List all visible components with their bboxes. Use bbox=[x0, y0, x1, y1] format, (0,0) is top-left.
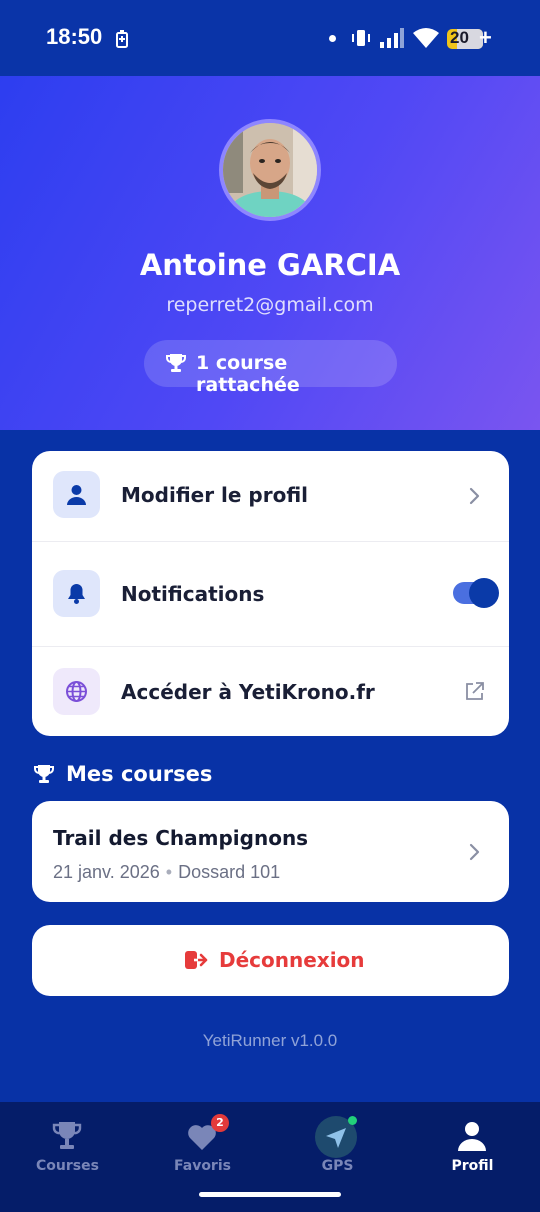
trophy-icon bbox=[52, 1122, 82, 1149]
notifications-label: Notifications bbox=[121, 582, 265, 606]
meta-separator: • bbox=[165, 862, 173, 882]
notifications-toggle[interactable] bbox=[453, 578, 499, 608]
edit-profile-label: Modifier le profil bbox=[121, 483, 309, 507]
user-icon bbox=[67, 485, 86, 505]
settings-card: Modifier le profil Notifications Accéder… bbox=[32, 451, 509, 736]
nav-gps[interactable]: GPS bbox=[270, 1102, 405, 1182]
status-bar: 18:50 20 + bbox=[0, 0, 540, 76]
nav-gps-label: GPS bbox=[321, 1158, 354, 1174]
nav-profile-label: Profil bbox=[451, 1158, 494, 1174]
toggle-knob bbox=[469, 578, 499, 608]
logout-label: Déconnexion bbox=[219, 948, 365, 972]
race-date: 21 janv. 2026 bbox=[53, 862, 160, 882]
signal-icon bbox=[380, 28, 404, 48]
user-icon-box bbox=[53, 471, 100, 518]
bell-icon bbox=[68, 584, 85, 604]
avatar[interactable] bbox=[219, 119, 321, 221]
trophy-icon bbox=[34, 765, 54, 783]
website-row[interactable]: Accéder à YetiKrono.fr bbox=[32, 647, 509, 736]
logout-button[interactable]: Déconnexion bbox=[32, 925, 509, 996]
vibrate-icon bbox=[352, 30, 370, 46]
race-card[interactable]: Trail des Champignons 21 janv. 2026 • Doss… bbox=[32, 801, 509, 902]
wifi-icon bbox=[413, 28, 439, 48]
race-meta: 21 janv. 2026 • Dossard 101 bbox=[53, 862, 280, 883]
favorites-badge: 2 bbox=[211, 1114, 229, 1132]
battery-level: 20 bbox=[450, 28, 469, 47]
attached-courses-label: 1 course rattachée bbox=[196, 352, 300, 396]
battery-saver-icon bbox=[116, 30, 128, 48]
nav-courses[interactable]: Courses bbox=[0, 1102, 135, 1182]
bell-icon-box bbox=[53, 570, 100, 617]
edit-profile-row[interactable]: Modifier le profil bbox=[32, 451, 509, 541]
notifications-row: Notifications bbox=[32, 542, 509, 646]
navigation-arrow-icon bbox=[326, 1128, 346, 1148]
nav-favorites-label: Favoris bbox=[174, 1158, 231, 1174]
chevron-right-icon bbox=[469, 843, 480, 861]
gps-active-dot bbox=[348, 1116, 357, 1125]
nav-courses-label: Courses bbox=[36, 1158, 99, 1174]
race-name: Trail des Champignons bbox=[53, 826, 309, 850]
my-races-title: Mes courses bbox=[66, 762, 213, 786]
battery-plus: + bbox=[479, 25, 492, 50]
status-time: 18:50 bbox=[46, 24, 103, 49]
logout-icon bbox=[185, 951, 208, 969]
trophy-icon bbox=[166, 354, 186, 372]
app-version: YetiRunner v1.0.0 bbox=[202, 1031, 338, 1050]
user-icon bbox=[458, 1122, 486, 1151]
globe-icon bbox=[66, 681, 87, 702]
race-bib: Dossard 101 bbox=[178, 862, 281, 882]
chevron-right-icon bbox=[469, 487, 480, 505]
external-link-icon bbox=[466, 682, 484, 700]
globe-icon-box bbox=[53, 668, 100, 715]
nav-favorites[interactable]: 2 Favoris bbox=[135, 1102, 270, 1182]
user-email: reperret2@gmail.com bbox=[166, 294, 374, 316]
website-label: Accéder à YetiKrono.fr bbox=[121, 680, 375, 704]
nav-profile[interactable]: Profil bbox=[405, 1102, 540, 1182]
dot-icon bbox=[329, 35, 336, 42]
attached-courses-badge: 1 course rattachée bbox=[144, 340, 397, 396]
user-name: Antoine GARCIA bbox=[139, 248, 401, 282]
home-indicator[interactable] bbox=[199, 1192, 341, 1197]
avatar-photo bbox=[223, 123, 317, 217]
